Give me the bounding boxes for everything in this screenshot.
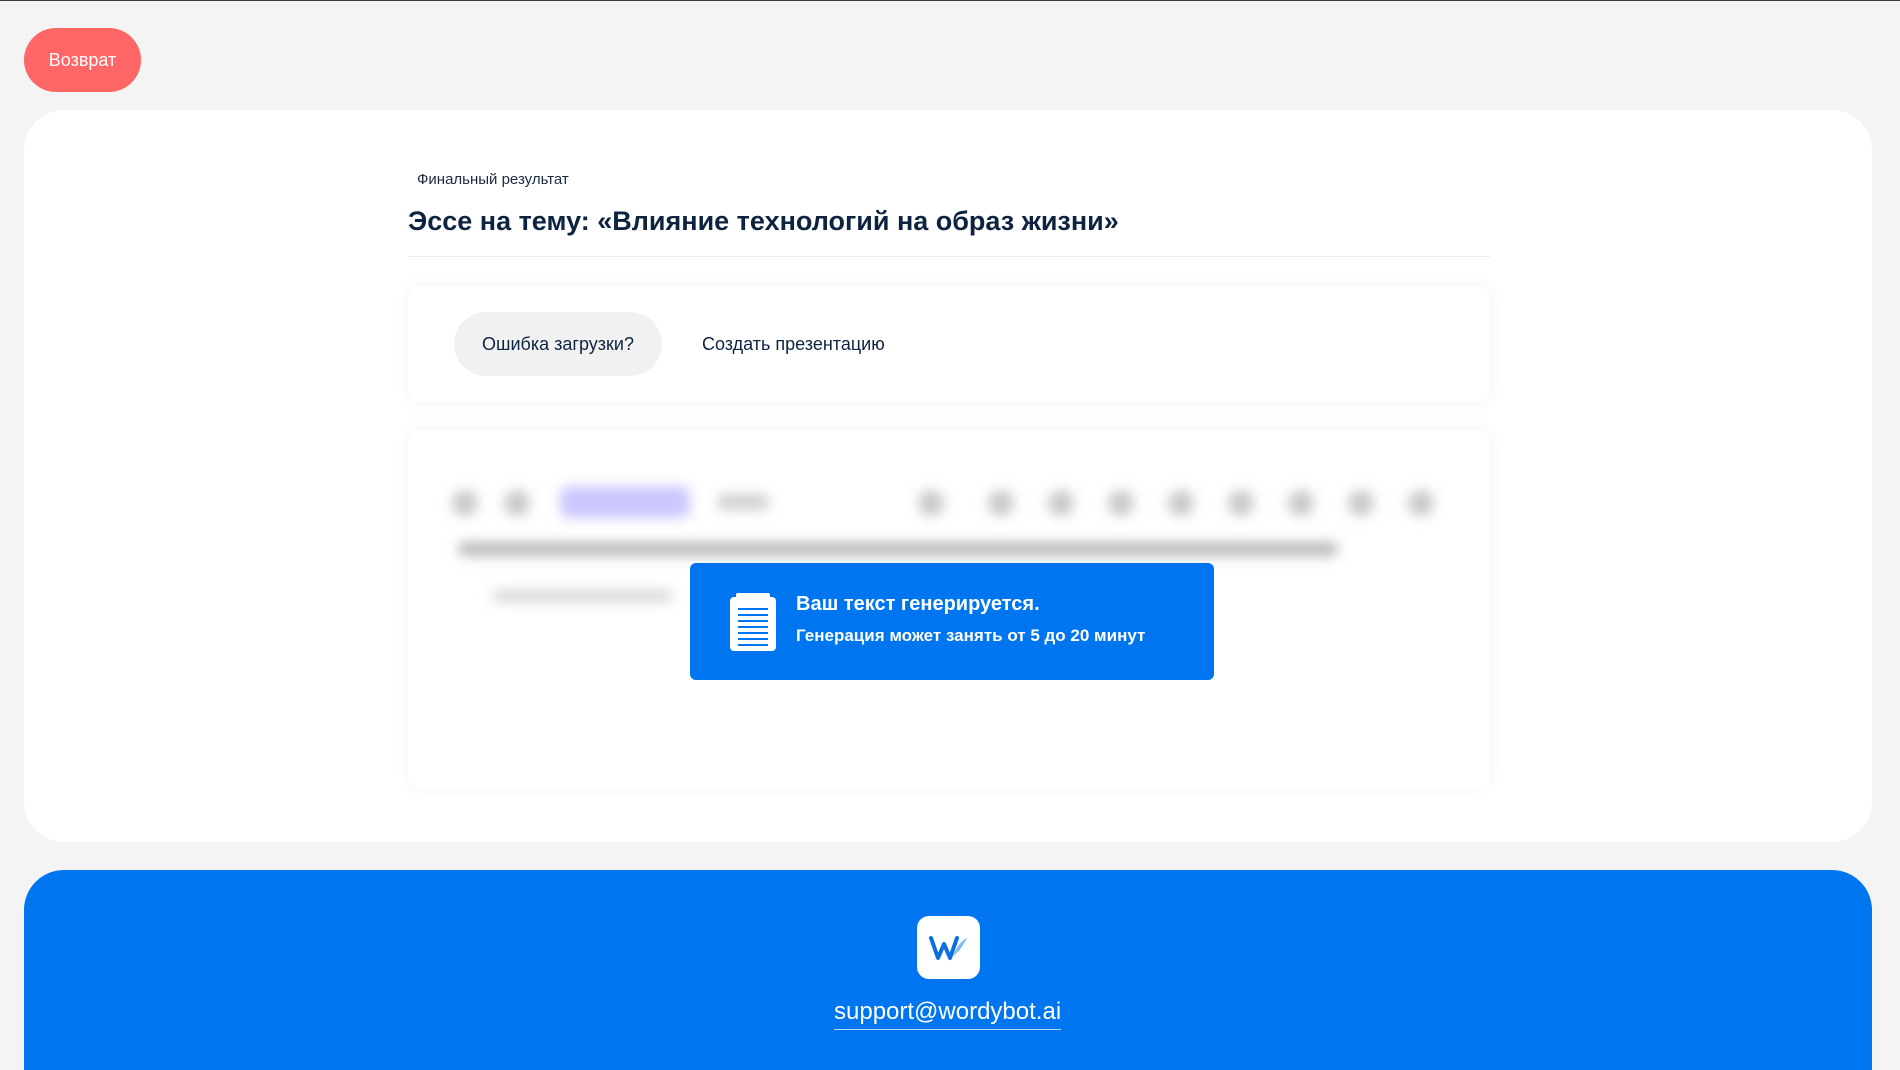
result-label: Финальный результат: [417, 171, 569, 188]
wordybot-logo-icon[interactable]: [917, 916, 980, 979]
blur-placeholder: [1348, 490, 1374, 516]
blur-placeholder: [1168, 490, 1194, 516]
blur-placeholder: [1108, 490, 1134, 516]
support-email-link[interactable]: support@wordybot.ai: [834, 998, 1062, 1030]
generation-status-toast: Ваш текст генерируется. Генерация может …: [690, 563, 1214, 680]
blur-placeholder: [718, 494, 768, 510]
blur-placeholder: [452, 490, 478, 516]
page-title: Эссе на тему: «Влияние технологий на обр…: [408, 206, 1119, 236]
blur-placeholder: [560, 486, 690, 518]
blur-placeholder: [1228, 490, 1254, 516]
blur-placeholder: [492, 590, 672, 602]
title-divider: [408, 256, 1490, 257]
create-presentation-button[interactable]: Создать презентацию: [690, 312, 897, 376]
blur-placeholder: [988, 490, 1014, 516]
load-error-button[interactable]: Ошибка загрузки?: [454, 312, 662, 376]
blur-placeholder: [458, 542, 1338, 556]
document-icon: [728, 591, 778, 653]
toast-title: Ваш текст генерируется.: [796, 593, 1040, 615]
top-border-line: [0, 0, 1900, 1]
blur-placeholder: [1408, 490, 1434, 516]
blur-placeholder: [504, 490, 530, 516]
toast-subtitle: Генерация может занять от 5 до 20 минут: [796, 626, 1146, 645]
back-button[interactable]: Возврат: [24, 28, 141, 92]
blur-placeholder: [1048, 490, 1074, 516]
blur-placeholder: [1288, 490, 1314, 516]
blur-placeholder: [918, 490, 944, 516]
